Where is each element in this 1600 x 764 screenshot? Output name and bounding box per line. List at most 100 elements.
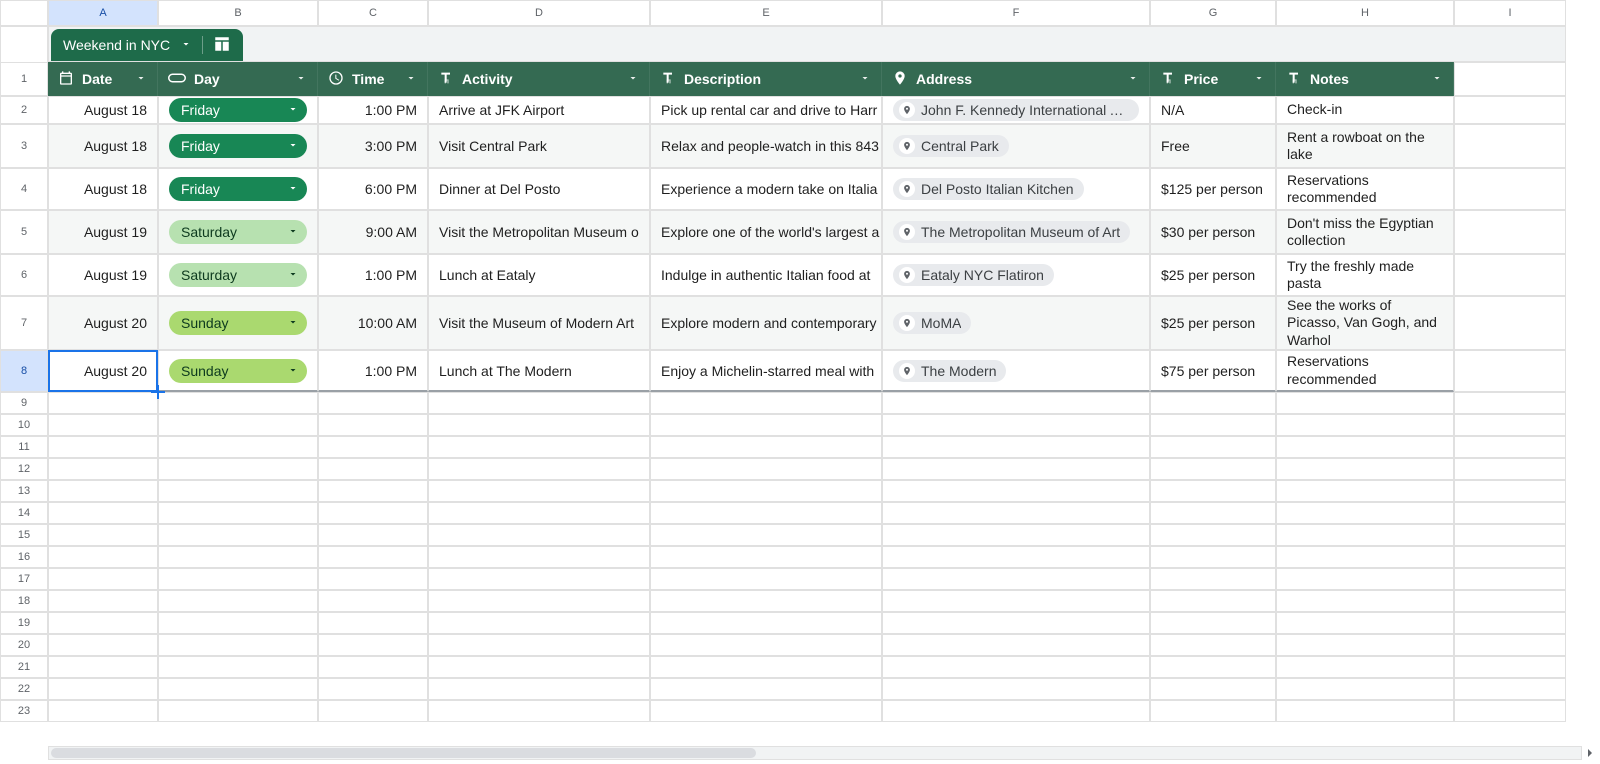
cell-price[interactable]: $25 per person: [1150, 296, 1276, 350]
cell-empty[interactable]: [1454, 350, 1566, 392]
cell-empty[interactable]: [1454, 502, 1566, 524]
cell-empty[interactable]: [1276, 612, 1454, 634]
cell-empty[interactable]: [428, 392, 650, 414]
row-header-3[interactable]: 3: [0, 124, 48, 168]
cell-address[interactable]: Eataly NYC Flatiron: [882, 254, 1150, 296]
column-header-B[interactable]: B: [158, 0, 318, 26]
cell-empty[interactable]: [318, 436, 428, 458]
cell-description[interactable]: Explore one of the world's largest a: [650, 210, 882, 254]
cell-empty[interactable]: [882, 436, 1150, 458]
cell-empty[interactable]: [428, 656, 650, 678]
cell-empty[interactable]: [1150, 502, 1276, 524]
address-chip[interactable]: Eataly NYC Flatiron: [893, 264, 1054, 286]
cell-empty[interactable]: [48, 502, 158, 524]
tab-dropdown-icon[interactable]: [180, 37, 192, 53]
cell-address[interactable]: The Modern: [882, 350, 1150, 392]
cell-date[interactable]: August 18: [48, 96, 158, 124]
cell-empty[interactable]: [1150, 656, 1276, 678]
cell-empty[interactable]: [428, 502, 650, 524]
cell-empty[interactable]: [318, 524, 428, 546]
column-header-A[interactable]: A: [48, 0, 158, 26]
cell-empty[interactable]: [1150, 480, 1276, 502]
cell-empty[interactable]: [318, 502, 428, 524]
cell-empty[interactable]: [882, 590, 1150, 612]
cell-empty[interactable]: [882, 524, 1150, 546]
cell-empty[interactable]: [428, 678, 650, 700]
cell-empty[interactable]: [882, 392, 1150, 414]
cell-empty[interactable]: [650, 634, 882, 656]
cell-empty[interactable]: [158, 656, 318, 678]
cell-time[interactable]: 1:00 PM: [318, 350, 428, 392]
cell-empty[interactable]: [650, 678, 882, 700]
cell-empty[interactable]: [318, 656, 428, 678]
cell-empty[interactable]: [158, 634, 318, 656]
cell-empty[interactable]: [1150, 634, 1276, 656]
day-chip[interactable]: Saturday: [169, 220, 307, 244]
fill-handle[interactable]: [151, 385, 165, 399]
cell-empty[interactable]: [318, 414, 428, 436]
cell-price[interactable]: $25 per person: [1150, 254, 1276, 296]
row-header-12[interactable]: 12: [0, 458, 48, 480]
cell-price[interactable]: Free: [1150, 124, 1276, 168]
cell-description[interactable]: Enjoy a Michelin-starred meal with: [650, 350, 882, 392]
cell-empty[interactable]: [428, 436, 650, 458]
cell-empty[interactable]: [158, 700, 318, 722]
row-header-11[interactable]: 11: [0, 436, 48, 458]
cell-empty[interactable]: [318, 678, 428, 700]
select-all-corner[interactable]: [0, 0, 48, 26]
cell-empty[interactable]: [428, 568, 650, 590]
cell-empty[interactable]: [882, 568, 1150, 590]
cell-address[interactable]: MoMA: [882, 296, 1150, 350]
cell-empty[interactable]: [882, 612, 1150, 634]
cell-activity[interactable]: Visit the Metropolitan Museum o: [428, 210, 650, 254]
column-filter-icon[interactable]: [1127, 71, 1139, 87]
cell-empty[interactable]: [48, 392, 158, 414]
cell-empty[interactable]: [428, 634, 650, 656]
column-header-address[interactable]: Address: [882, 62, 1150, 96]
column-header-activity[interactable]: Activity: [428, 62, 650, 96]
row-header-7[interactable]: 7: [0, 296, 48, 350]
cell-day[interactable]: Friday: [158, 168, 318, 210]
cell-empty[interactable]: [318, 392, 428, 414]
cell-day[interactable]: Friday: [158, 124, 318, 168]
cell-empty[interactable]: [48, 634, 158, 656]
cell-empty[interactable]: [650, 502, 882, 524]
row-header-19[interactable]: 19: [0, 612, 48, 634]
row-header-21[interactable]: 21: [0, 656, 48, 678]
cell-empty[interactable]: [318, 568, 428, 590]
cell-empty[interactable]: [1276, 568, 1454, 590]
cell-activity[interactable]: Lunch at The Modern: [428, 350, 650, 392]
cell-empty[interactable]: [1454, 480, 1566, 502]
scroll-right-arrow[interactable]: [1583, 746, 1597, 760]
address-chip[interactable]: MoMA: [893, 312, 971, 334]
cell-time[interactable]: 3:00 PM: [318, 124, 428, 168]
cell-empty[interactable]: [650, 546, 882, 568]
cell-empty[interactable]: [1150, 612, 1276, 634]
cell-empty[interactable]: [1150, 678, 1276, 700]
table-view-icon[interactable]: [213, 35, 231, 56]
cell-empty[interactable]: [1276, 436, 1454, 458]
cell-notes[interactable]: Don't miss the Egyptian collection: [1276, 210, 1454, 254]
cell-empty[interactable]: [48, 546, 158, 568]
cell-empty[interactable]: [318, 700, 428, 722]
cell-empty[interactable]: [1150, 700, 1276, 722]
cell-empty[interactable]: [1276, 590, 1454, 612]
cell-empty[interactable]: [1454, 254, 1566, 296]
cell-activity[interactable]: Dinner at Del Posto: [428, 168, 650, 210]
cell-empty[interactable]: [650, 392, 882, 414]
cell-empty[interactable]: [882, 678, 1150, 700]
column-header-C[interactable]: C: [318, 0, 428, 26]
cell-empty[interactable]: [48, 414, 158, 436]
cell-empty[interactable]: [1454, 568, 1566, 590]
horizontal-scrollbar[interactable]: [48, 746, 1582, 760]
row-header-15[interactable]: 15: [0, 524, 48, 546]
cell-empty[interactable]: [650, 590, 882, 612]
cell-empty[interactable]: [318, 612, 428, 634]
cell-empty[interactable]: [1454, 458, 1566, 480]
cell-description[interactable]: Explore modern and contemporary: [650, 296, 882, 350]
cell-empty[interactable]: [158, 524, 318, 546]
column-filter-icon[interactable]: [135, 71, 147, 87]
cell-empty[interactable]: [48, 656, 158, 678]
cell-empty[interactable]: [1276, 700, 1454, 722]
column-header-D[interactable]: D: [428, 0, 650, 26]
